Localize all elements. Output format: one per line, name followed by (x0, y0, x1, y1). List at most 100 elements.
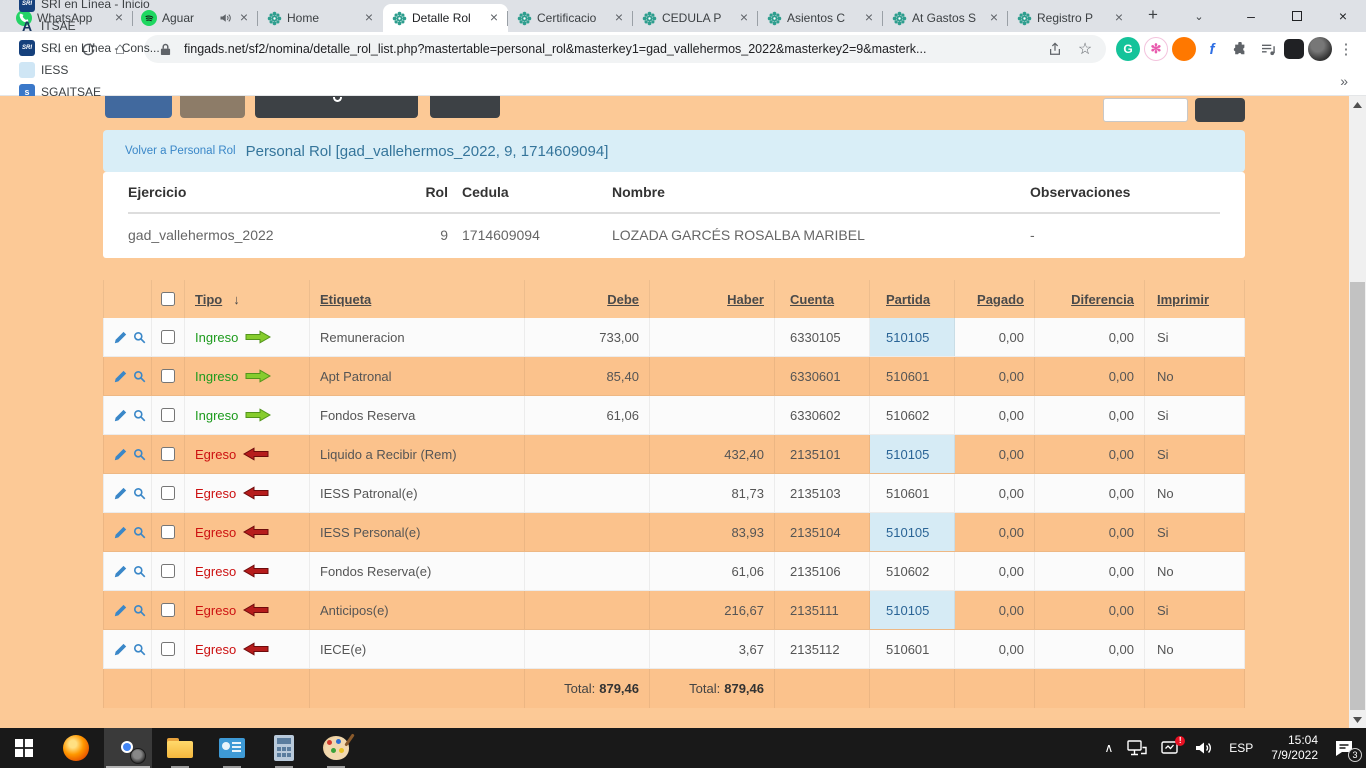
maximize-button[interactable] (1274, 0, 1320, 32)
partida-link[interactable]: 510105 (886, 525, 929, 540)
view-icon[interactable] (133, 448, 146, 461)
column-header-partida[interactable]: Partida (886, 292, 930, 307)
browser-tab-home[interactable]: Home× (258, 4, 383, 32)
orange-shield-extension-icon[interactable] (1172, 37, 1196, 61)
browser-menu-icon[interactable]: ⋮ (1336, 40, 1356, 58)
share-icon[interactable] (1044, 42, 1066, 56)
edit-icon[interactable] (114, 604, 127, 617)
row-checkbox[interactable] (161, 330, 175, 344)
browser-tab-registro-p[interactable]: Registro P× (1008, 4, 1133, 32)
bookmark-iess[interactable]: IESS (12, 59, 167, 81)
partida-link[interactable]: 510602 (886, 564, 929, 579)
page-size-select[interactable] (1103, 98, 1188, 122)
taskbar-firefox[interactable] (52, 728, 100, 768)
bookmark-sri-en-l-nea-cons[interactable]: SRISRI en Línea - Cons... (12, 37, 167, 59)
tab-close-icon[interactable]: × (236, 10, 252, 26)
browser-tab-cedula-p[interactable]: CEDULA P× (633, 4, 758, 32)
browser-tab-certificacio[interactable]: Certificacio× (508, 4, 633, 32)
edit-icon[interactable] (114, 370, 127, 383)
row-checkbox[interactable] (161, 603, 175, 617)
edit-icon[interactable] (114, 565, 127, 578)
tab-close-icon[interactable]: × (1111, 10, 1127, 26)
new-tab-button[interactable]: + (1139, 2, 1167, 30)
row-checkbox[interactable] (161, 447, 175, 461)
column-header-debe[interactable]: Debe (607, 292, 639, 307)
tab-close-icon[interactable]: × (986, 10, 1002, 26)
partida-link[interactable]: 510601 (886, 369, 929, 384)
row-checkbox[interactable] (161, 408, 175, 422)
partida-link[interactable]: 510105 (886, 447, 929, 462)
partida-link[interactable]: 510105 (886, 603, 929, 618)
select-all-checkbox[interactable] (161, 292, 175, 306)
taskbar-blue-app[interactable] (208, 728, 256, 768)
browser-tab-asientos-c[interactable]: Asientos C× (758, 4, 883, 32)
extensions-puzzle-icon[interactable] (1228, 37, 1252, 61)
view-icon[interactable] (133, 604, 146, 617)
column-header-etiqueta[interactable]: Etiqueta (320, 292, 371, 307)
row-checkbox[interactable] (161, 642, 175, 656)
system-alert-icon[interactable]: ! (1154, 728, 1188, 768)
toolbar-button-dark-wide[interactable] (255, 96, 418, 118)
back-to-personal-rol-link[interactable]: Volver a Personal Rol (125, 145, 236, 157)
address-bar[interactable]: fingads.net/sf2/nomina/detalle_rol_list.… (144, 35, 1106, 63)
language-indicator[interactable]: ESP (1220, 728, 1262, 768)
grammarly-extension-icon[interactable]: G (1116, 37, 1140, 61)
row-checkbox[interactable] (161, 369, 175, 383)
taskbar-clock[interactable]: 15:04 7/9/2022 (1262, 733, 1327, 763)
view-icon[interactable] (133, 331, 146, 344)
tray-show-hidden-icons[interactable]: ∧ (1097, 728, 1120, 768)
partida-link[interactable]: 510601 (886, 486, 929, 501)
toolbar-button-dark[interactable] (430, 96, 500, 118)
page-scrollbar[interactable] (1349, 96, 1366, 728)
view-icon[interactable] (133, 409, 146, 422)
profile-avatar[interactable] (1308, 37, 1332, 61)
edit-icon[interactable] (114, 409, 127, 422)
toolbar-button-blue[interactable] (105, 96, 172, 118)
dark-square-extension-icon[interactable] (1284, 39, 1304, 59)
tab-close-icon[interactable]: × (361, 10, 377, 26)
column-header-cuenta[interactable]: Cuenta (790, 292, 834, 307)
taskbar-chrome[interactable] (104, 728, 152, 768)
tab-close-icon[interactable]: × (611, 10, 627, 26)
partida-link[interactable]: 510602 (886, 408, 929, 423)
close-window-button[interactable]: × (1320, 0, 1366, 32)
taskbar-file-explorer[interactable] (156, 728, 204, 768)
tab-close-icon[interactable]: × (736, 10, 752, 26)
tab-audio-icon[interactable] (219, 12, 231, 24)
view-icon[interactable] (133, 487, 146, 500)
bookmark-star-icon[interactable]: ☆ (1074, 39, 1096, 59)
network-icon[interactable] (1120, 728, 1154, 768)
edit-icon[interactable] (114, 331, 127, 344)
row-checkbox[interactable] (161, 525, 175, 539)
scrollbar-up-arrow[interactable] (1349, 96, 1366, 113)
toolbar-button-tan[interactable] (180, 96, 245, 118)
bookmark-sri-en-l-nea-inicio[interactable]: SRISRI en Línea - Inicio (12, 0, 167, 15)
pink-extension-icon[interactable]: ✻ (1144, 37, 1168, 61)
column-header-pagado[interactable]: Pagado (977, 292, 1024, 307)
tab-search-chevron-icon[interactable]: ⌄ (1184, 0, 1214, 32)
row-checkbox[interactable] (161, 486, 175, 500)
edit-icon[interactable] (114, 526, 127, 539)
browser-tab-detalle-rol[interactable]: Detalle Rol× (383, 4, 508, 32)
scrollbar-down-arrow[interactable] (1349, 711, 1366, 728)
volume-icon[interactable] (1188, 728, 1220, 768)
taskbar-paint[interactable] (312, 728, 360, 768)
toolbar-button-dark-small[interactable] (1195, 98, 1245, 122)
playlist-extension-icon[interactable] (1256, 37, 1280, 61)
tab-close-icon[interactable]: × (486, 10, 502, 26)
scrollbar-thumb[interactable] (1350, 282, 1365, 710)
column-header-diferencia[interactable]: Diferencia (1071, 292, 1134, 307)
bookmarks-overflow-icon[interactable]: » (1334, 73, 1354, 89)
column-header-tipo[interactable]: Tipo (195, 292, 222, 307)
blue-f-extension-icon[interactable]: f (1200, 37, 1224, 61)
row-checkbox[interactable] (161, 564, 175, 578)
url-text[interactable]: fingads.net/sf2/nomina/detalle_rol_list.… (184, 42, 1036, 56)
minimize-button[interactable]: – (1228, 0, 1274, 32)
action-center-icon[interactable]: 3 (1327, 728, 1366, 768)
browser-tab-at-gastos-s[interactable]: At Gastos S× (883, 4, 1008, 32)
partida-link[interactable]: 510105 (886, 330, 929, 345)
tab-close-icon[interactable]: × (861, 10, 877, 26)
partida-link[interactable]: 510601 (886, 642, 929, 657)
view-icon[interactable] (133, 370, 146, 383)
view-icon[interactable] (133, 643, 146, 656)
